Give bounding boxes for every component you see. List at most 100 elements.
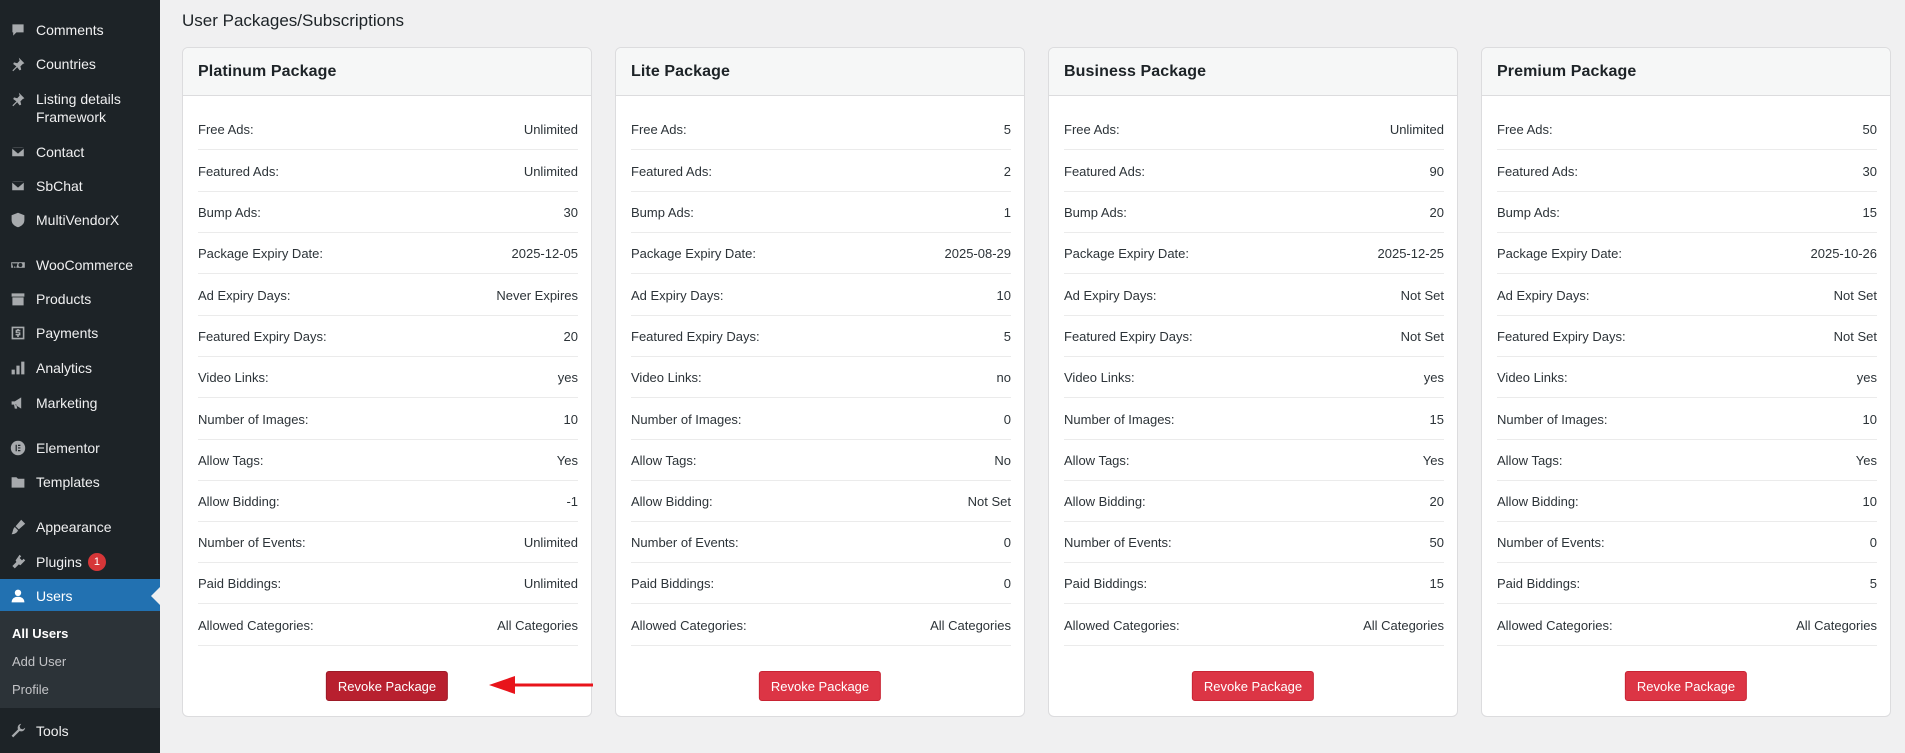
plugins-label: Plugins <box>36 554 82 570</box>
detail-label: Paid Biddings: <box>631 575 715 591</box>
detail-label: Number of Events: <box>631 534 739 550</box>
submenu-profile[interactable]: Profile <box>12 682 49 697</box>
detail-label: Number of Images: <box>631 411 742 427</box>
detail-value: 15 <box>1429 575 1444 591</box>
package-detail-row: Allowed Categories: All Categories <box>198 605 578 646</box>
package-detail-row: Featured Ads: Unlimited <box>198 151 578 192</box>
detail-label: Allow Bidding: <box>1497 493 1579 509</box>
detail-value: All Categories <box>497 617 578 633</box>
package-detail-row: Free Ads: 5 <box>631 109 1011 150</box>
wrench-icon <box>9 722 27 740</box>
detail-label: Package Expiry Date: <box>198 245 324 261</box>
detail-value: Not Set <box>1833 287 1877 303</box>
revoke-package-button[interactable]: Revoke Package <box>1191 671 1315 701</box>
detail-value: 90 <box>1429 163 1444 179</box>
detail-label: Paid Biddings: <box>1064 575 1148 591</box>
package-detail-row: Paid Biddings: Unlimited <box>198 563 578 604</box>
package-detail-row: Allow Tags: Yes <box>1497 440 1877 481</box>
detail-label: Featured Expiry Days: <box>631 328 760 344</box>
detail-label: Number of Images: <box>1064 411 1175 427</box>
package-detail-row: Ad Expiry Days: Never Expires <box>198 275 578 316</box>
detail-value: 20 <box>1429 204 1444 220</box>
package-detail-row: Featured Ads: 90 <box>1064 151 1444 192</box>
detail-label: Featured Ads: <box>1497 163 1578 179</box>
submenu-add-user[interactable]: Add User <box>12 654 66 669</box>
detail-label: Featured Ads: <box>1064 163 1145 179</box>
package-card: Lite Package Free Ads: 5 Featured Ads: 2 Bump… <box>615 47 1025 717</box>
detail-value: All Categories <box>1363 617 1444 633</box>
package-detail-row: Featured Ads: 30 <box>1497 151 1877 192</box>
detail-value: yes <box>557 369 578 385</box>
package-card: Business Package Free Ads: Unlimited Featur… <box>1048 47 1458 717</box>
detail-value: 50 <box>1429 534 1444 550</box>
package-detail-row: Number of Events: 50 <box>1064 522 1444 563</box>
archive-icon <box>9 290 27 308</box>
detail-value: 2025-08-29 <box>944 245 1012 261</box>
detail-value: 2025-10-26 <box>1810 245 1878 261</box>
package-detail-row: Package Expiry Date: 2025-08-29 <box>631 233 1011 274</box>
detail-value: 10 <box>1862 493 1877 509</box>
detail-label: Video Links: <box>198 369 269 385</box>
detail-label: Allow Bidding: <box>198 493 280 509</box>
submenu-all-users[interactable]: All Users <box>12 626 68 641</box>
revoke-package-button[interactable]: Revoke Package <box>325 671 449 701</box>
package-detail-row: Allowed Categories: All Categories <box>631 605 1011 646</box>
package-detail-row: Allow Tags: Yes <box>198 440 578 481</box>
sidebar-item-pages[interactable] <box>0 0 160 6</box>
detail-value: 0 <box>1003 534 1011 550</box>
shield-icon <box>9 211 27 229</box>
package-detail-row: Allow Tags: Yes <box>1064 440 1444 481</box>
detail-value: 0 <box>1003 575 1011 591</box>
package-title: Platinum Package <box>198 63 337 80</box>
package-detail-row: Free Ads: Unlimited <box>1064 109 1444 150</box>
comment-icon <box>9 21 27 39</box>
mail-icon <box>9 177 27 195</box>
detail-value: Yes <box>1855 452 1877 468</box>
package-detail-row: Allow Bidding: 20 <box>1064 481 1444 522</box>
detail-label: Bump Ads: <box>1064 204 1127 220</box>
detail-value: 10 <box>563 411 578 427</box>
revoke-package-button[interactable]: Revoke Package <box>1624 671 1748 701</box>
detail-label: Free Ads: <box>631 121 687 137</box>
detail-value: Unlimited <box>523 163 578 179</box>
pin-icon <box>9 55 27 73</box>
package-card: Platinum Package Free Ads: Unlimited Featur… <box>182 47 592 717</box>
detail-label: Free Ads: <box>1497 121 1553 137</box>
admin-sidebar: Comments Countries Listing details Frame… <box>0 0 160 753</box>
package-detail-row: Free Ads: 50 <box>1497 109 1877 150</box>
detail-value: Unlimited <box>1389 121 1444 137</box>
detail-value: 50 <box>1862 121 1877 137</box>
package-detail-row: Ad Expiry Days: 10 <box>631 275 1011 316</box>
detail-label: Package Expiry Date: <box>1497 245 1623 261</box>
package-detail-row: Bump Ads: 15 <box>1497 192 1877 233</box>
active-menu-arrow <box>151 587 160 605</box>
chart-bar-icon <box>9 359 27 377</box>
detail-label: Number of Events: <box>1064 534 1172 550</box>
detail-label: Ad Expiry Days: <box>1064 287 1157 303</box>
users-submenu: All Users Add User Profile <box>0 611 160 708</box>
detail-value: 1 <box>1003 204 1011 220</box>
detail-label: Allowed Categories: <box>198 617 314 633</box>
detail-label: Video Links: <box>1497 369 1568 385</box>
package-detail-row: Bump Ads: 1 <box>631 192 1011 233</box>
detail-value: 0 <box>1003 411 1011 427</box>
package-detail-row: Paid Biddings: 15 <box>1064 563 1444 604</box>
detail-label: Number of Events: <box>198 534 306 550</box>
detail-value: Unlimited <box>523 121 578 137</box>
detail-value: 30 <box>1862 163 1877 179</box>
revoke-package-button[interactable]: Revoke Package <box>758 671 882 701</box>
detail-value: 15 <box>1429 411 1444 427</box>
package-detail-row: Number of Events: 0 <box>631 522 1011 563</box>
detail-label: Featured Expiry Days: <box>198 328 327 344</box>
woo-icon <box>9 256 27 274</box>
main-content: User Packages/Subscriptions Platinum Pac… <box>160 0 1905 753</box>
package-detail-row: Allowed Categories: All Categories <box>1064 605 1444 646</box>
detail-label: Package Expiry Date: <box>631 245 757 261</box>
sidebar-item-users[interactable]: Users <box>0 579 160 613</box>
package-detail-row: Number of Images: 0 <box>631 399 1011 440</box>
detail-label: Allowed Categories: <box>1064 617 1180 633</box>
package-detail-row: Featured Ads: 2 <box>631 151 1011 192</box>
detail-value: -1 <box>566 493 578 509</box>
detail-label: Allowed Categories: <box>1497 617 1613 633</box>
detail-value: Not Set <box>1400 328 1444 344</box>
